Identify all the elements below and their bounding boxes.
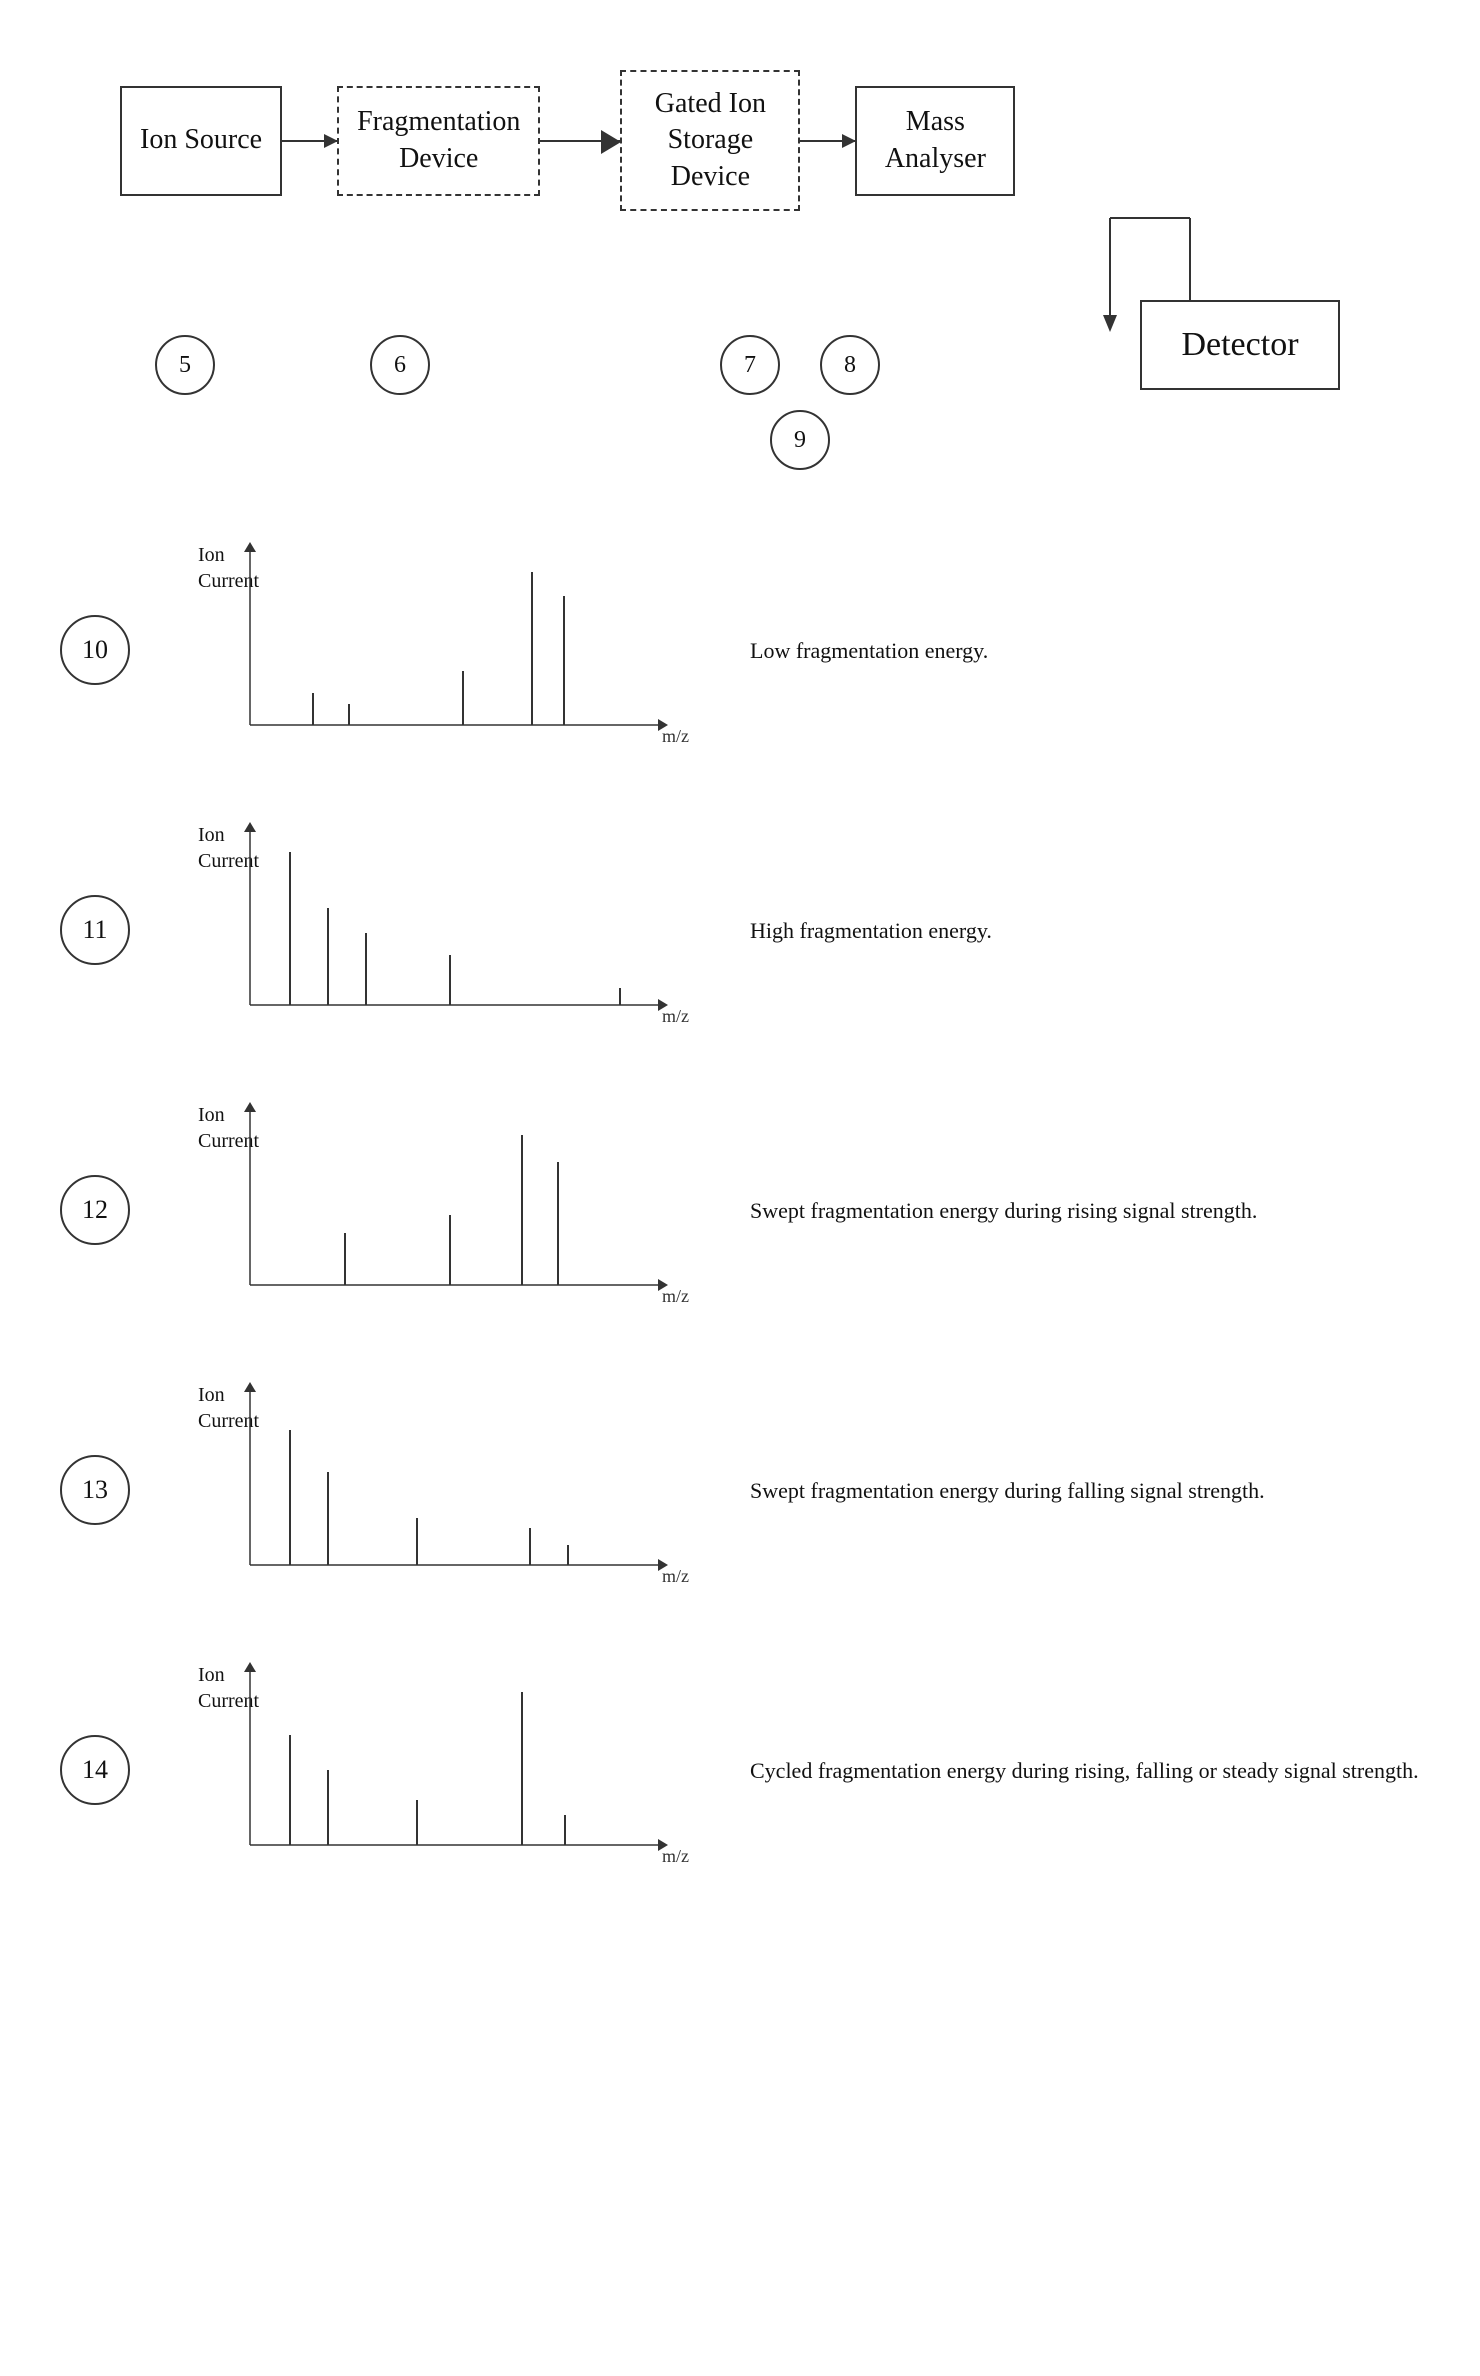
chart-row-12: 12 IonCurrent m/z Swept fragmentation en… — [60, 1100, 1420, 1320]
circle-8-label: 8 — [844, 352, 856, 379]
chart-label-14: Cycled fragmentation energy during risin… — [750, 1754, 1420, 1787]
circle-7: 7 — [720, 335, 780, 395]
svg-text:m/z: m/z — [662, 1286, 689, 1306]
chart-num-10: 10 — [60, 615, 130, 685]
svg-text:m/z: m/z — [662, 1006, 689, 1026]
circle-9: 9 — [770, 410, 830, 470]
svg-text:m/z: m/z — [662, 726, 689, 746]
chart-svg-14: m/z — [170, 1660, 690, 1880]
chart-label-12: Swept fragmentation energy during rising… — [750, 1194, 1420, 1227]
chart-13: IonCurrent m/z — [170, 1380, 690, 1600]
chart-svg-12: m/z — [170, 1100, 690, 1320]
chart-svg-10: m/z — [170, 540, 690, 760]
block-diagram: Ion Source FragmentationDevice Gated Ion… — [60, 40, 1420, 500]
chart-row-13: 13 IonCurrent m/z Swept fragmentation en… — [60, 1380, 1420, 1600]
chart-svg-11: m/z — [170, 820, 690, 1040]
circle-6: 6 — [370, 335, 430, 395]
detector-label: Detector — [1181, 326, 1298, 364]
chart-row-14: 14 IonCurrent m/z Cycled fragmentation e… — [60, 1660, 1420, 1880]
circle-8: 8 — [820, 335, 880, 395]
charts-section: 10 IonCurrent m/z — [60, 540, 1420, 1880]
chart-label-10: Low fragmentation energy. — [750, 634, 1420, 667]
chart-label-11: High fragmentation energy. — [750, 914, 1420, 947]
circle-6-label: 6 — [394, 352, 406, 379]
chart-num-14: 14 — [60, 1735, 130, 1805]
svg-text:m/z: m/z — [662, 1846, 689, 1866]
detector-box: Detector — [1140, 300, 1340, 390]
chart-10: IonCurrent m/z — [170, 540, 690, 760]
chart-svg-13: m/z — [170, 1380, 690, 1600]
chart-row-10: 10 IonCurrent m/z — [60, 540, 1420, 760]
circle-5: 5 — [155, 335, 215, 395]
chart-14: IonCurrent m/z — [170, 1660, 690, 1880]
circle-5-label: 5 — [179, 352, 191, 379]
chart-num-13: 13 — [60, 1455, 130, 1525]
chart-num-11: 11 — [60, 895, 130, 965]
chart-num-12: 12 — [60, 1175, 130, 1245]
circle-7-label: 7 — [744, 352, 756, 379]
chart-row-11: 11 IonCurrent m/z High fragmentation ene… — [60, 820, 1420, 1040]
chart-12: IonCurrent m/z — [170, 1100, 690, 1320]
circle-9-label: 9 — [794, 427, 806, 454]
connector-svg — [60, 70, 1420, 500]
chart-label-13: Swept fragmentation energy during fallin… — [750, 1474, 1420, 1507]
svg-text:m/z: m/z — [662, 1566, 689, 1586]
chart-11: IonCurrent m/z — [170, 820, 690, 1040]
